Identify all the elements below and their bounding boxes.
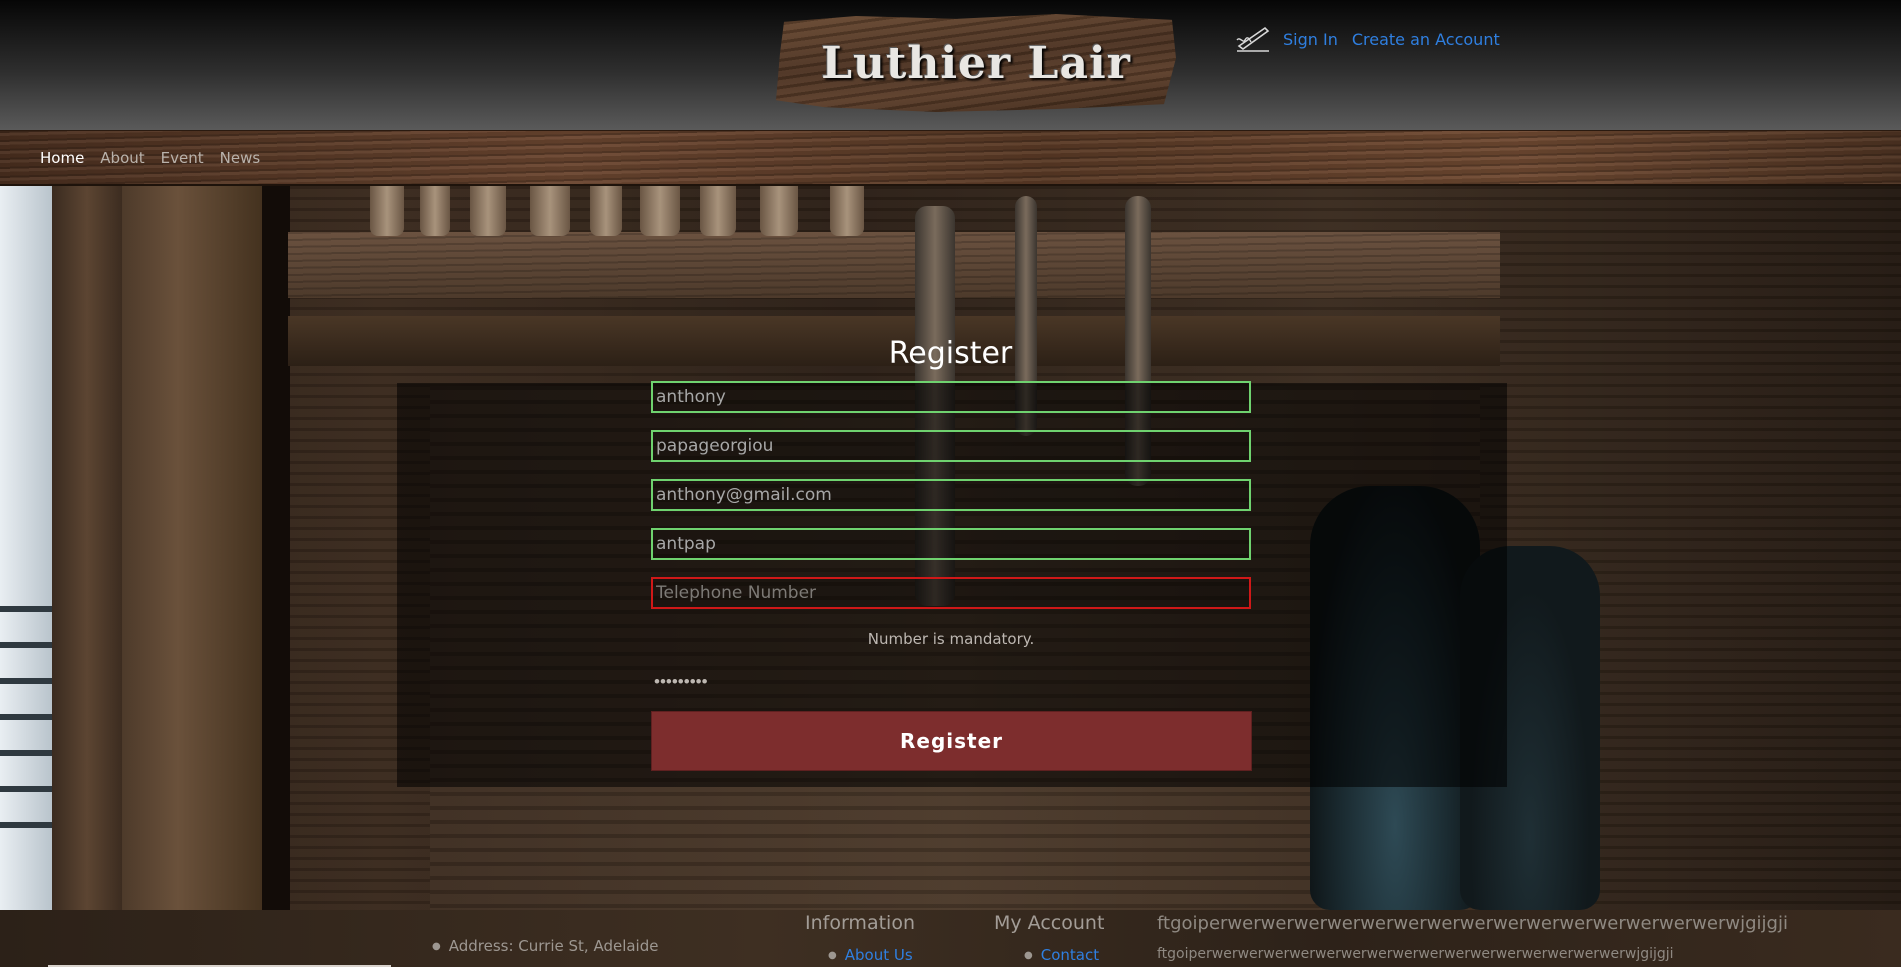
footer-address: ● Address: Currie St, Adelaide xyxy=(432,937,658,955)
bullet-icon: ● xyxy=(432,941,441,952)
nav-item-home[interactable]: Home xyxy=(40,149,84,167)
nav-item-about[interactable]: About xyxy=(100,149,144,167)
first-name-field[interactable] xyxy=(651,381,1251,413)
about-us-link[interactable]: About Us xyxy=(845,946,913,964)
wooden-post xyxy=(122,186,262,910)
password-field[interactable] xyxy=(651,666,1251,698)
contact-link[interactable]: Contact xyxy=(1041,946,1099,964)
bullet-icon: ● xyxy=(828,950,837,961)
site-header: Luthier Lair Sign In Create an Account xyxy=(0,0,1901,130)
nav-item-event[interactable]: Event xyxy=(161,149,204,167)
window-bars xyxy=(0,606,52,846)
signature-pen-icon xyxy=(1236,26,1270,52)
tool-handle xyxy=(830,186,864,236)
sign-in-link[interactable]: Sign In xyxy=(1283,30,1338,49)
footer-address-text: Address: Currie St, Adelaide xyxy=(448,937,659,955)
tool-handle xyxy=(470,186,506,236)
nav-item-news[interactable]: News xyxy=(220,149,261,167)
tool-rack xyxy=(288,232,1500,298)
footer-contact: ● Contact xyxy=(1024,946,1099,964)
telephone-field[interactable] xyxy=(651,577,1251,609)
register-title: Register xyxy=(888,336,1013,371)
last-name-field[interactable] xyxy=(651,430,1251,462)
tool-handle xyxy=(370,186,404,236)
tool-handle xyxy=(760,186,798,236)
footer-text-line-1: ftgoiperwerwerwerwerwerwerwerwerwerwerwe… xyxy=(1157,913,1788,934)
tool-handle xyxy=(420,186,450,236)
register-button[interactable]: Register xyxy=(651,711,1252,771)
account-links: Sign In Create an Account xyxy=(1235,24,1514,54)
wooden-post xyxy=(52,186,122,910)
username-field[interactable] xyxy=(651,528,1251,560)
footer-about-us: ● About Us xyxy=(828,946,913,964)
tool-handle xyxy=(640,186,680,236)
tool-handle xyxy=(700,186,736,236)
logo-text: Luthier Lair xyxy=(821,37,1131,89)
create-account-link[interactable]: Create an Account xyxy=(1352,30,1500,49)
telephone-error-message: Number is mandatory. xyxy=(867,630,1035,648)
footer-text-line-2: ftgoiperwerwerwerwerwerwerwerwerwerwerwe… xyxy=(1157,946,1674,962)
tool-handle xyxy=(530,186,570,236)
footer-my-account-heading: My Account xyxy=(994,912,1105,934)
email-field[interactable] xyxy=(651,479,1251,511)
dark-gap xyxy=(262,186,290,910)
main-nav: Home About Event News xyxy=(0,130,1901,186)
footer-information-heading: Information xyxy=(805,912,915,934)
nav-links: Home About Event News xyxy=(40,149,260,167)
tool-handle xyxy=(590,186,622,236)
bullet-icon: ● xyxy=(1024,950,1033,961)
logo[interactable]: Luthier Lair xyxy=(776,14,1176,112)
